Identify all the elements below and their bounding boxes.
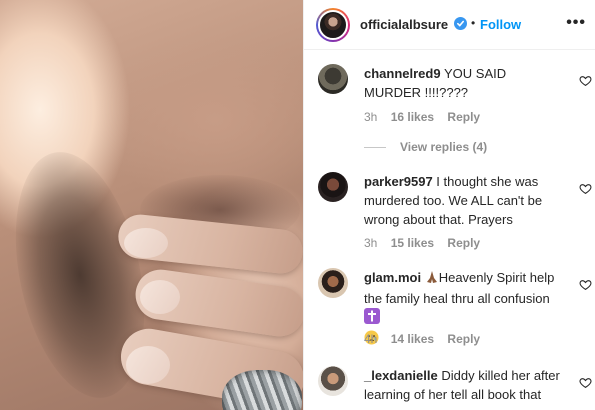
more-options-icon[interactable]: ••• — [566, 14, 586, 32]
comment-username[interactable]: parker9597 — [364, 174, 433, 189]
commenter-avatar[interactable] — [318, 366, 348, 396]
comment-username[interactable]: glam.moi — [364, 270, 421, 285]
comment-meta: 3h 16 likes Reply — [364, 110, 490, 124]
comment-item: glam.moi Heavenly Spirit help the family… — [304, 268, 595, 348]
comment-time[interactable]: 4h — [364, 332, 377, 346]
comment-time[interactable]: 3h — [364, 236, 377, 250]
separator-dot: • — [471, 16, 476, 30]
reply-button[interactable]: Reply — [447, 110, 480, 124]
like-heart-icon[interactable] — [579, 74, 592, 87]
comment-username[interactable]: _lexdanielle — [364, 368, 438, 383]
comment-likes[interactable]: 15 likes — [391, 236, 434, 250]
comment-meta: 3h 15 likes Reply — [364, 236, 490, 250]
fingernail — [124, 228, 168, 258]
comment-item: _lexdanielle Diddy killed her after lear… — [304, 366, 595, 410]
comment-text: channelred9 YOU SAID MURDER !!!!???? — [364, 64, 564, 102]
follow-button[interactable]: Follow — [480, 17, 521, 32]
folded-hands-emoji — [425, 270, 439, 289]
author-username[interactable]: officialalbsure — [360, 17, 448, 32]
post-photo[interactable] — [0, 0, 303, 410]
fingernail — [140, 280, 180, 314]
comments-panel: officialalbsure • Follow ••• channelred9… — [303, 0, 595, 410]
comment-likes[interactable]: 14 likes — [391, 332, 434, 346]
like-heart-icon[interactable] — [579, 376, 592, 389]
view-replies-label: View replies (4) — [400, 140, 488, 154]
commenter-avatar[interactable] — [318, 64, 348, 94]
divider-line — [364, 147, 386, 149]
comment-meta: 4h 14 likes Reply — [364, 332, 490, 346]
comment-time[interactable]: 3h — [364, 110, 377, 124]
comment-username[interactable]: channelred9 — [364, 66, 441, 81]
verified-badge-icon — [454, 17, 467, 30]
comment-text: parker9597 I thought she was murdered to… — [364, 172, 564, 229]
comment-item: parker9597 I thought she was murdered to… — [304, 172, 595, 252]
latin-cross-emoji — [364, 308, 380, 329]
reply-button[interactable]: Reply — [447, 236, 480, 250]
comment-likes[interactable]: 16 likes — [391, 110, 434, 124]
like-heart-icon[interactable] — [579, 182, 592, 195]
ring — [222, 370, 302, 410]
view-replies-button[interactable]: View replies (4) — [364, 140, 487, 154]
comment-item: channelred9 YOU SAID MURDER !!!!???? 3h … — [304, 64, 595, 134]
author-avatar[interactable] — [316, 8, 350, 42]
commenter-avatar[interactable] — [318, 172, 348, 202]
reply-button[interactable]: Reply — [447, 332, 480, 346]
comment-text: _lexdanielle Diddy killed her after lear… — [364, 366, 564, 404]
fingernail — [126, 346, 170, 384]
commenter-avatar[interactable] — [318, 268, 348, 298]
like-heart-icon[interactable] — [579, 278, 592, 291]
post-header: officialalbsure • Follow ••• — [304, 0, 595, 50]
